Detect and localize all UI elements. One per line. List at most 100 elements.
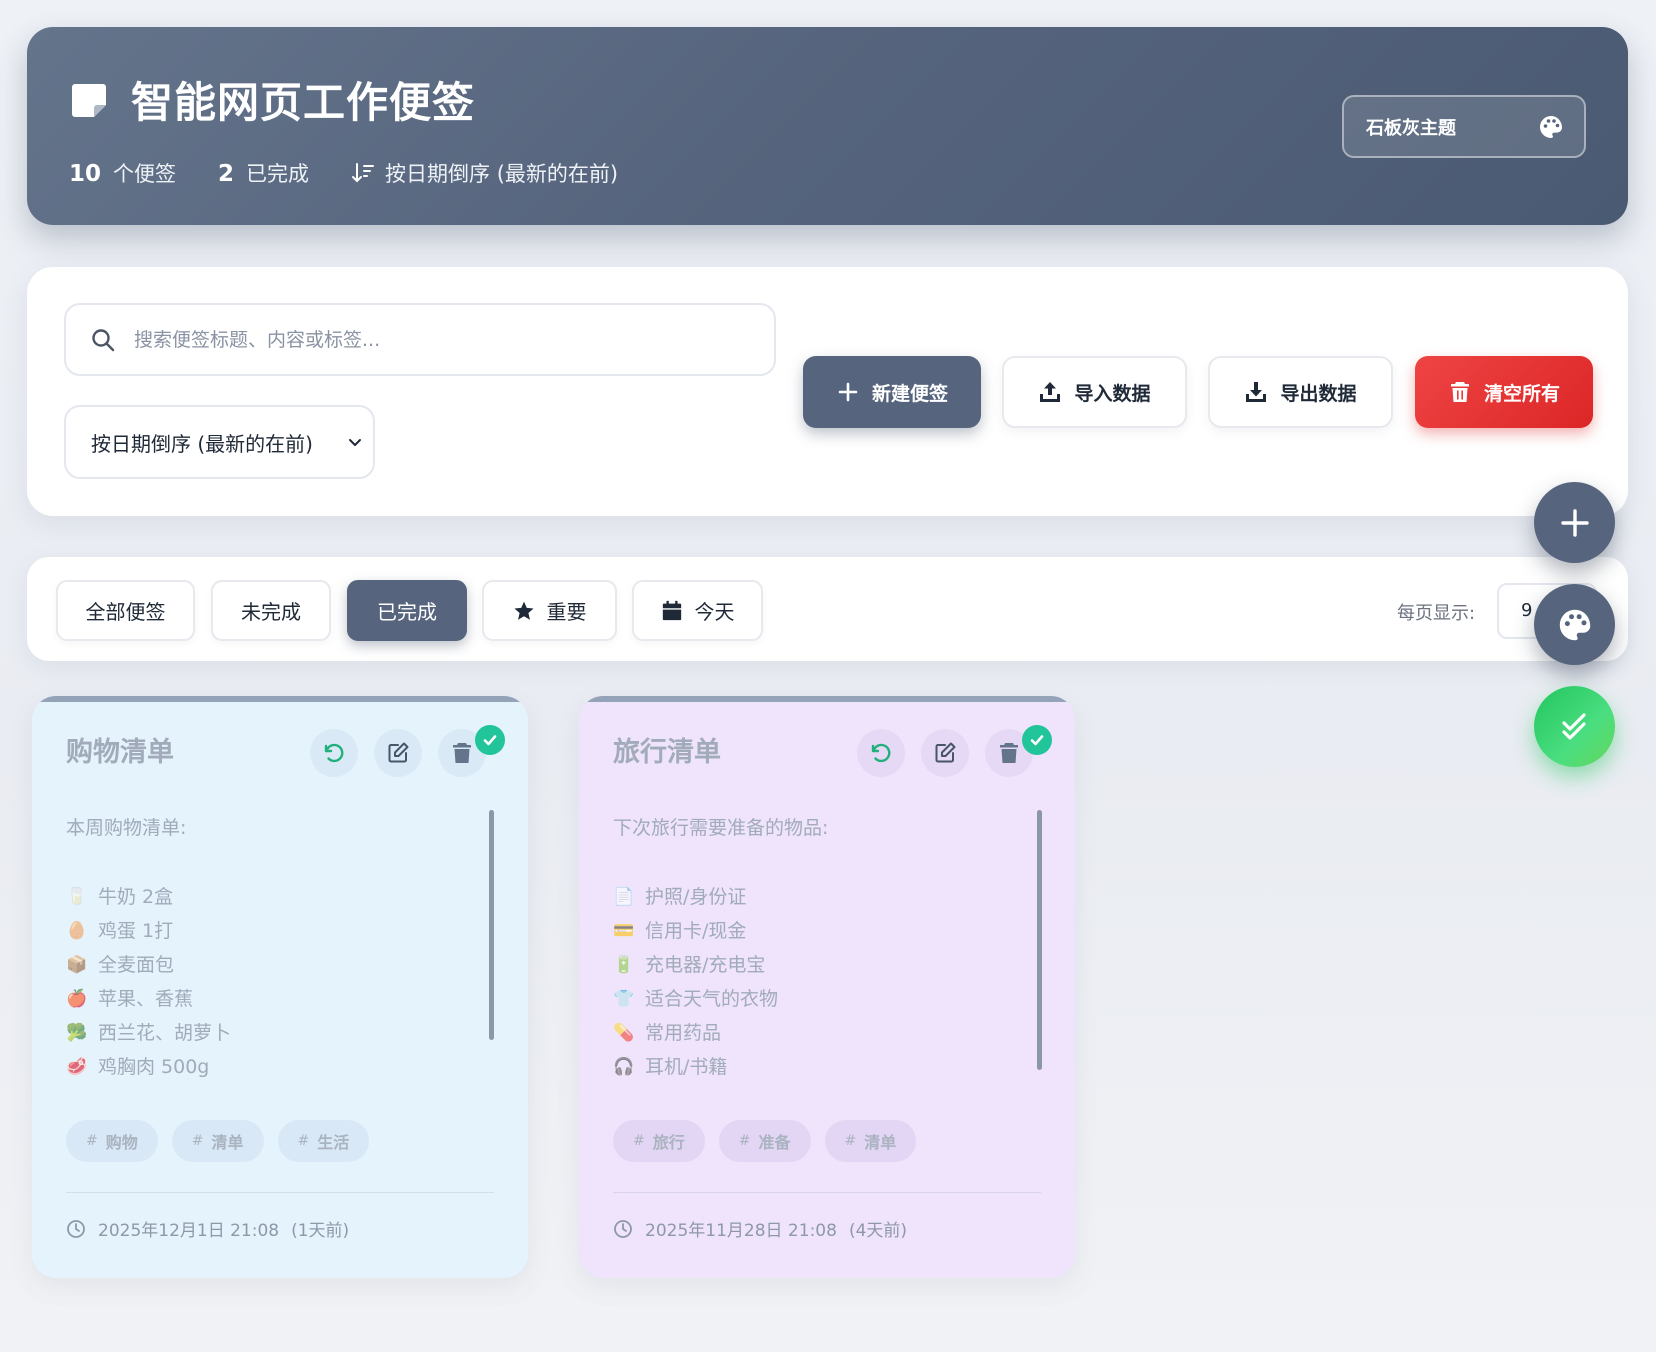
tag[interactable]: # 清单	[824, 1120, 917, 1162]
fab-theme-button[interactable]	[1534, 584, 1615, 665]
import-label: 导入数据	[1074, 382, 1151, 405]
import-button[interactable]: 导入数据	[1002, 356, 1187, 428]
filter-today[interactable]: 今天	[632, 580, 763, 641]
trash-icon	[1000, 743, 1018, 763]
list-item-text: 鸡胸肉 500g	[98, 1056, 210, 1078]
note-actions	[857, 729, 1033, 777]
undo-complete-button[interactable]	[857, 729, 905, 777]
card-divider	[613, 1192, 1041, 1193]
egg-icon: 🥚	[66, 921, 88, 941]
notes-count-value: 10	[69, 161, 102, 187]
list-item: 🥦 西兰花、胡萝卜	[66, 1016, 486, 1050]
broccoli-icon: 🥦	[66, 1023, 88, 1043]
list-item: 🔋 充电器/充电宝	[613, 948, 1033, 982]
list-item-text: 耳机/书籍	[645, 1056, 728, 1078]
sort-desc-icon	[352, 163, 375, 183]
note-content: 本周购物清单: 🥛 牛奶 2盒 🥚 鸡蛋 1打 📦 全麦面包 🍎 苹果、香蕉 🥦 西兰花、…	[66, 812, 486, 1084]
check-icon	[1030, 735, 1044, 746]
tag[interactable]: # 生活	[277, 1120, 370, 1162]
edit-icon	[388, 742, 409, 763]
note-actions	[310, 729, 486, 777]
theme-button-label: 石板灰主题	[1366, 117, 1456, 139]
export-button[interactable]: 导出数据	[1208, 356, 1393, 428]
note-tags: # 购物 # 清单 # 生活	[66, 1120, 370, 1162]
list-item: 🥩 鸡胸肉 500g	[66, 1050, 486, 1084]
filter-todo[interactable]: 未完成	[211, 580, 331, 641]
document-icon: 📄	[613, 887, 635, 907]
undo-icon	[871, 743, 891, 763]
note-card[interactable]: 购物清单 本周购物清单: 🥛 牛奶 2盒 🥚 鸡蛋 1打 📦 全麦面包 🍎 苹果…	[32, 696, 528, 1278]
search-input[interactable]	[134, 328, 734, 351]
list-item-text: 全麦面包	[98, 954, 175, 976]
note-relative-time: (1天前)	[291, 1221, 350, 1241]
theme-switch-button[interactable]: 石板灰主题	[1342, 95, 1586, 158]
list-item: 🥛 牛奶 2盒	[66, 880, 486, 914]
clear-all-button[interactable]: 清空所有	[1415, 356, 1593, 428]
tag[interactable]: # 购物	[66, 1120, 158, 1162]
list-item-text: 苹果、香蕉	[98, 988, 194, 1010]
filter-all[interactable]: 全部便签	[56, 580, 195, 641]
upload-icon	[1040, 382, 1061, 402]
completed-badge	[475, 725, 505, 755]
filter-important[interactable]: 重要	[482, 580, 617, 641]
new-note-button[interactable]: 新建便签	[803, 356, 981, 428]
sticky-note-icon	[72, 83, 106, 117]
tag[interactable]: # 旅行	[613, 1120, 705, 1162]
edit-icon	[935, 742, 956, 763]
note-intro: 下次旅行需要准备的物品:	[613, 817, 829, 839]
tag-label: 购物	[105, 1133, 138, 1152]
clear-all-label: 清空所有	[1483, 382, 1560, 405]
battery-icon: 🔋	[613, 955, 635, 975]
filter-done[interactable]: 已完成	[347, 580, 467, 641]
tag-label: 清单	[211, 1133, 244, 1152]
filter-done-label: 已完成	[377, 600, 437, 624]
note-intro: 本周购物清单:	[66, 817, 187, 839]
double-check-icon	[1561, 712, 1586, 740]
list-item-text: 西兰花、胡萝卜	[98, 1022, 232, 1044]
card-accent-bar	[32, 696, 528, 702]
undo-complete-button[interactable]	[310, 729, 358, 777]
tag-label: 旅行	[652, 1133, 685, 1152]
edit-note-button[interactable]	[921, 729, 969, 777]
milk-icon: 🥛	[66, 887, 88, 907]
content-scrollbar[interactable]	[1037, 810, 1042, 1070]
search-box	[64, 303, 776, 376]
tag[interactable]: # 准备	[718, 1120, 811, 1162]
clock-icon	[67, 1219, 85, 1238]
tag[interactable]: # 清单	[171, 1120, 264, 1162]
tag-label: 清单	[864, 1133, 897, 1152]
new-note-label: 新建便签	[871, 382, 948, 405]
credit-card-icon: 💳	[613, 921, 635, 941]
note-title: 旅行清单	[613, 737, 721, 768]
download-icon	[1246, 382, 1267, 402]
plus-icon	[1560, 508, 1589, 537]
apple-icon: 🍎	[66, 989, 88, 1009]
list-item: 👕 适合天气的衣物	[613, 982, 1033, 1016]
note-card[interactable]: 旅行清单 下次旅行需要准备的物品: 📄 护照/身份证 💳 信用卡/现金 🔋 充电…	[579, 696, 1075, 1278]
note-footer: 2025年11月28日 21:08 (4天前)	[613, 1216, 907, 1241]
search-icon	[92, 328, 115, 351]
list-item-text: 鸡蛋 1打	[98, 920, 174, 942]
toolbar-panel: 按日期倒序 (最新的在前) 新建便签 导入数据 导出数据 清空所有	[27, 267, 1628, 516]
trash-icon	[1450, 382, 1469, 402]
card-divider	[66, 1192, 494, 1193]
completed-badge	[1022, 725, 1052, 755]
filter-bar: 全部便签 未完成 已完成 重要 今天 每页显示: 9	[27, 557, 1628, 661]
pill-icon: 💊	[613, 1023, 635, 1043]
calendar-icon	[662, 600, 681, 620]
list-item: 📄 护照/身份证	[613, 880, 1033, 914]
stats-row: 10 个便签 2 已完成 按日期倒序 (最新的在前)	[69, 158, 618, 188]
export-label: 导出数据	[1280, 382, 1357, 405]
edit-note-button[interactable]	[374, 729, 422, 777]
fab-complete-button[interactable]	[1534, 686, 1615, 767]
fab-add-note-button[interactable]	[1534, 482, 1615, 563]
sort-info: 按日期倒序 (最新的在前)	[351, 158, 618, 188]
app-header: 智能网页工作便签 10 个便签 2 已完成 按日期倒序 (最新的在前) 石板灰主…	[27, 27, 1628, 225]
completed-count-value: 2	[218, 161, 235, 187]
content-scrollbar[interactable]	[489, 810, 494, 1040]
app-title: 智能网页工作便签	[131, 78, 476, 127]
completed-count-label: 已完成	[246, 162, 310, 186]
notes-count-label: 个便签	[113, 162, 177, 186]
plus-icon	[838, 382, 858, 402]
sort-select[interactable]: 按日期倒序 (最新的在前)	[64, 405, 375, 479]
